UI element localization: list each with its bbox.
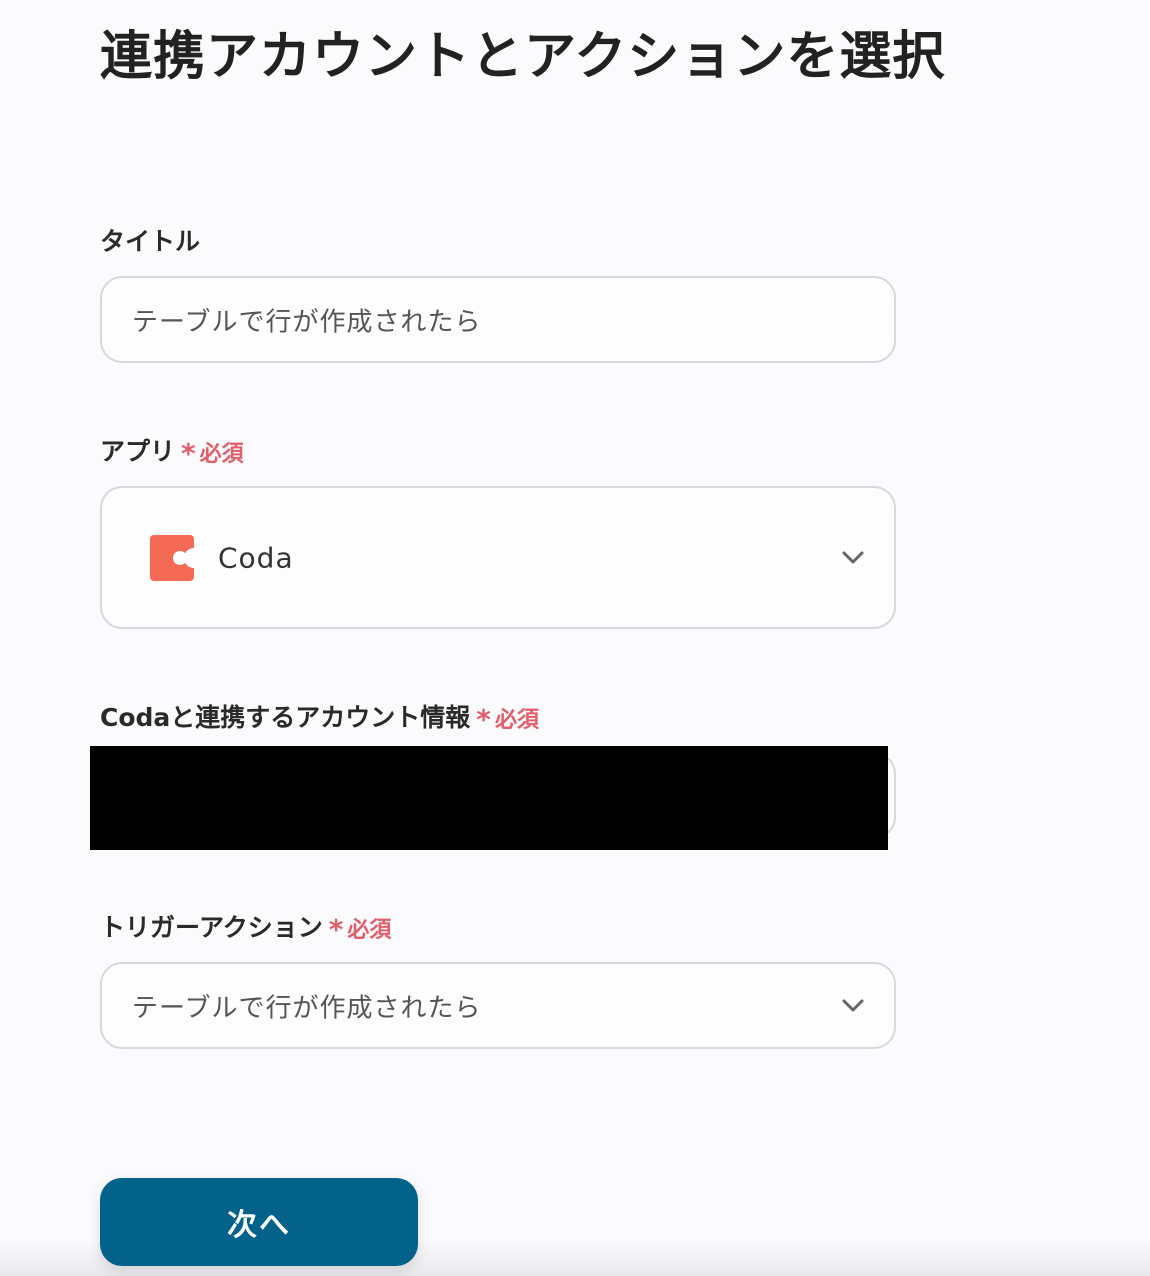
redacted-block xyxy=(90,746,888,850)
title-input-value[interactable]: テーブルで行が作成されたら xyxy=(132,301,481,338)
app-field-label: アプリ * 必須 xyxy=(100,432,244,468)
title-label-text: タイトル xyxy=(100,227,201,256)
required-asterisk: * xyxy=(328,913,344,946)
title-field-label: タイトル xyxy=(100,222,200,258)
app-select[interactable]: Coda xyxy=(100,486,896,629)
selected-app-name: Coda xyxy=(218,541,294,574)
account-field-label: Codaと連携するアカウント情報 * 必須 xyxy=(100,698,539,734)
chevron-down-icon[interactable] xyxy=(842,551,864,565)
title-input[interactable]: テーブルで行が作成されたら xyxy=(100,276,896,363)
required-asterisk: * xyxy=(476,703,491,736)
chevron-down-icon[interactable] xyxy=(842,999,864,1013)
next-button[interactable]: 次へ xyxy=(100,1178,418,1266)
page-title: 連携アカウントとアクションを選択 xyxy=(100,27,946,87)
trigger-label-text: トリガーアクション xyxy=(100,913,323,942)
trigger-field-label: トリガーアクション * 必須 xyxy=(100,908,391,944)
coda-logo-icon xyxy=(150,534,194,581)
required-badge: 必須 xyxy=(199,442,244,467)
required-badge: 必須 xyxy=(347,918,392,943)
trigger-action-select[interactable]: テーブルで行が作成されたら xyxy=(100,962,896,1049)
required-asterisk: * xyxy=(181,437,196,470)
required-badge: 必須 xyxy=(494,708,539,733)
account-label-text: Codaと連携するアカウント情報 xyxy=(100,703,471,732)
app-label-text: アプリ xyxy=(100,437,176,466)
trigger-action-value: テーブルで行が作成されたら xyxy=(132,993,482,1023)
